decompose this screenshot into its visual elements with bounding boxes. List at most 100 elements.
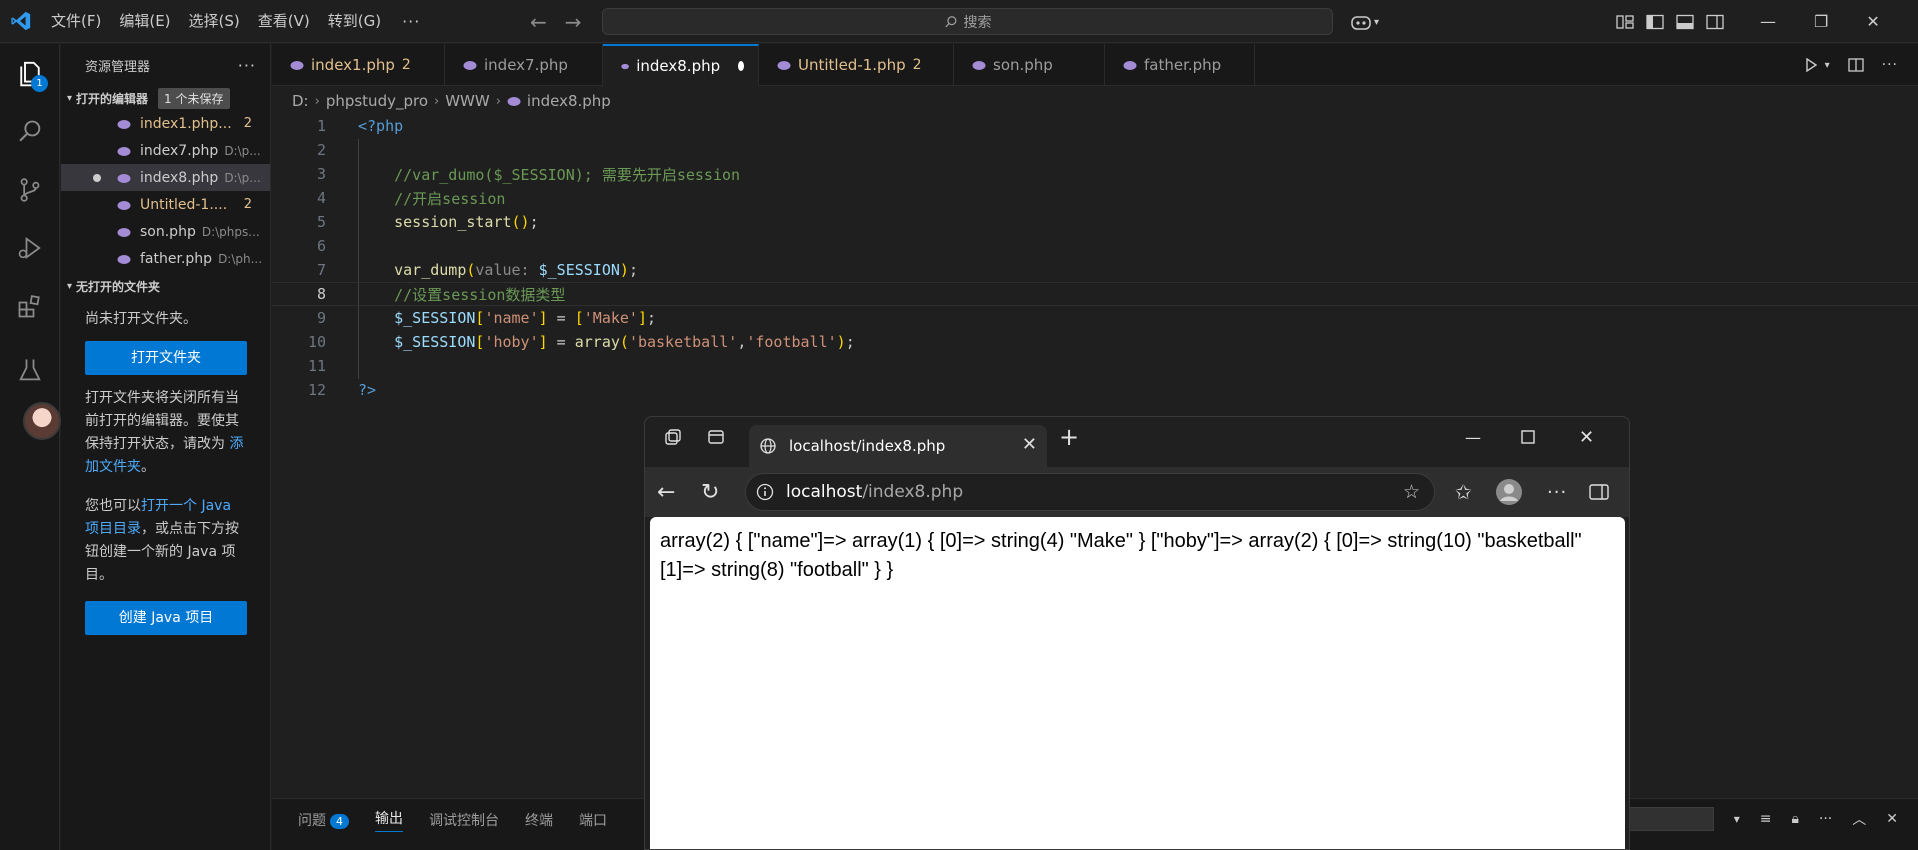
tab-problems[interactable]: 问题 4 (298, 810, 349, 830)
php-elephant-icon (972, 60, 986, 70)
php-elephant-icon (1123, 60, 1137, 70)
split-editor-icon[interactable] (1847, 57, 1864, 73)
toggle-panel-icon[interactable] (1676, 14, 1694, 30)
no-folder-title: 无打开的文件夹 (76, 279, 161, 294)
breadcrumb-item[interactable]: phpstudy_pro (326, 92, 428, 110)
close-tab-icon[interactable]: ✕ (1022, 434, 1037, 455)
line-number: 5 (316, 213, 326, 231)
open-folder-button[interactable]: 打开文件夹 (85, 341, 247, 375)
refresh-icon[interactable]: ↻ (701, 467, 719, 517)
new-tab-icon[interactable]: + (1059, 417, 1079, 457)
clear-output-icon[interactable]: ≡ (1760, 811, 1772, 827)
close-icon[interactable]: ✕ (1866, 12, 1879, 31)
tab-debug-console[interactable]: 调试控制台 (429, 810, 499, 830)
toggle-secondary-sidebar-icon[interactable] (1706, 14, 1724, 30)
toggle-sidebar-icon[interactable] (1646, 14, 1664, 30)
open-editors-list: index1.php... 2 index7.php D:\p... index… (61, 110, 270, 272)
close-panel-icon[interactable]: ✕ (1886, 811, 1898, 827)
tab-index8[interactable]: index8.php (603, 44, 759, 86)
customize-layout-icon[interactable] (1616, 14, 1634, 30)
unsaved-dot-icon[interactable] (93, 174, 101, 182)
chevron-down-icon[interactable]: ▾ (1734, 812, 1740, 826)
search-view-icon[interactable] (10, 112, 50, 152)
minimize-icon[interactable]: — (1760, 12, 1776, 31)
more-actions-icon[interactable]: ··· (1819, 811, 1832, 827)
address-bar[interactable]: localhost/index8.php ☆ (745, 473, 1435, 511)
back-arrow-icon[interactable]: ← (657, 467, 675, 517)
create-java-project-button[interactable]: 创建 Java 项目 (85, 601, 247, 635)
run-icon[interactable] (1803, 57, 1819, 73)
tab-output[interactable]: 输出 (375, 808, 403, 832)
tab-index7[interactable]: index7.php (445, 44, 603, 86)
search-icon (944, 15, 956, 27)
menu-file[interactable]: 文件(F) (42, 0, 110, 43)
profile-icon[interactable] (1495, 467, 1523, 517)
tab-index1[interactable]: index1.php 2 (272, 44, 445, 86)
breadcrumb-item[interactable]: WWW (445, 92, 490, 110)
globe-icon (760, 438, 776, 454)
open-editor-name: index7.php (140, 142, 219, 159)
breadcrumb-item[interactable]: D: (292, 92, 309, 110)
menu-more-button[interactable]: ··· (390, 12, 432, 31)
favorite-star-icon[interactable]: ☆ (1403, 481, 1420, 503)
tab-ports[interactable]: 端口 (579, 810, 607, 830)
code-line-current: 8 //设置session数据类型 (272, 282, 1918, 306)
tab-terminal[interactable]: 终端 (525, 810, 553, 830)
open-editor-item[interactable]: index7.php D:\p... (61, 137, 270, 164)
code-line: 10 $_SESSION['hoby'] = array('basketball… (272, 330, 1918, 354)
tab-son[interactable]: son.php (954, 44, 1105, 86)
maximize-panel-icon[interactable]: ︿ (1852, 809, 1866, 829)
chevron-down-icon[interactable]: ▾ (1825, 60, 1830, 71)
run-debug-icon[interactable] (10, 228, 50, 268)
maximize-icon[interactable] (1521, 417, 1535, 457)
avatar[interactable] (23, 402, 61, 440)
more-menu-icon[interactable]: ··· (1547, 467, 1567, 517)
restore-icon[interactable]: ❐ (1814, 12, 1828, 31)
vscode-logo-icon (0, 0, 42, 43)
source-control-icon[interactable] (10, 170, 50, 210)
breadcrumb-item[interactable]: index8.php (527, 92, 611, 110)
sidebar-more-button[interactable]: ··· (238, 56, 256, 75)
info-icon[interactable] (756, 483, 774, 501)
menu-selection[interactable]: 选择(S) (180, 0, 249, 43)
explorer-icon[interactable]: 1 (10, 54, 50, 94)
sidebar-toggle-icon[interactable] (1589, 467, 1609, 517)
copilot-icon[interactable]: ▾ (1350, 10, 1390, 34)
open-editor-item[interactable]: father.php D:\ph... (61, 245, 270, 272)
minimize-icon[interactable]: — (1465, 417, 1481, 457)
nav-arrows: ← → (530, 0, 582, 43)
browser-tab[interactable]: localhost/index8.php ✕ (749, 425, 1047, 467)
back-arrow-icon[interactable]: ← (530, 10, 547, 34)
open-editors-header[interactable]: ▾ 打开的编辑器 1 个未保存 (61, 86, 270, 110)
tab-father[interactable]: father.php (1105, 44, 1255, 86)
php-elephant-icon (117, 199, 131, 215)
php-elephant-icon (463, 60, 477, 70)
open-editor-item[interactable]: Untitled-1.... 2 (61, 191, 270, 218)
open-editor-item[interactable]: son.php D:\phps... (61, 218, 270, 245)
unsaved-dot-icon[interactable] (738, 61, 744, 71)
code-text: var_dump(value: $_SESSION); (394, 261, 638, 279)
open-editor-item-active[interactable]: index8.php D:\p... (61, 164, 270, 191)
lock-icon[interactable]: 🔒︎ (1791, 811, 1798, 827)
menu-go[interactable]: 转到(G) (319, 0, 390, 43)
forward-arrow-icon[interactable]: → (565, 10, 582, 34)
code-line: 9 $_SESSION['name'] = ['Make']; (272, 306, 1918, 330)
tab-actions-icon[interactable] (707, 417, 725, 457)
open-editor-name: index1.php... (140, 115, 232, 132)
extensions-icon[interactable] (10, 286, 50, 326)
close-icon[interactable]: ✕ (1579, 417, 1594, 457)
line-number: 8 (316, 285, 326, 303)
tab-untitled-1[interactable]: Untitled-1.php 2 (759, 44, 954, 86)
php-elephant-icon (507, 96, 521, 106)
more-actions-icon[interactable]: ··· (1882, 57, 1898, 73)
command-center-search[interactable]: 搜索 (602, 8, 1333, 35)
menu-view[interactable]: 查看(V) (249, 0, 319, 43)
menu-edit[interactable]: 编辑(E) (110, 0, 179, 43)
open-editor-name: index8.php (140, 169, 219, 186)
no-folder-header[interactable]: ▾ 无打开的文件夹 (61, 274, 270, 298)
search-label: 搜索 (963, 14, 992, 31)
workspaces-icon[interactable] (663, 417, 683, 457)
favorites-icon[interactable]: ✩ (1455, 467, 1472, 517)
testing-icon[interactable] (10, 350, 50, 390)
open-editor-item[interactable]: index1.php... 2 (61, 110, 270, 137)
